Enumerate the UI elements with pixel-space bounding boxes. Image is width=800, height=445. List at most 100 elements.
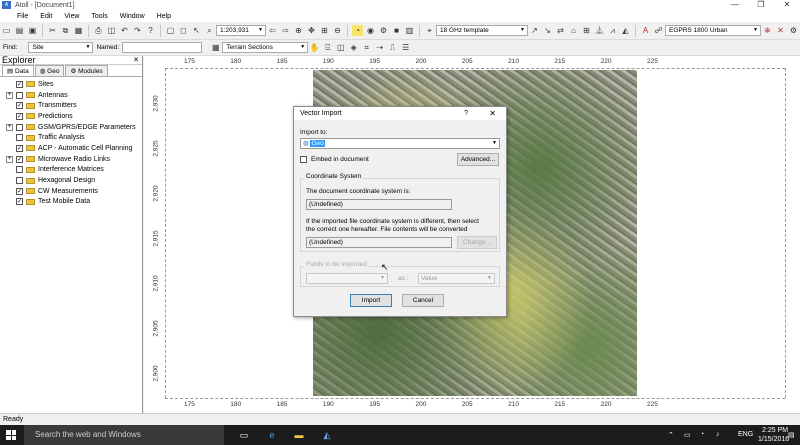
menu-edit[interactable]: Edit <box>34 13 58 20</box>
menu-tools[interactable]: Tools <box>85 13 113 20</box>
taskbar-search-input[interactable]: Search the web and Windows <box>24 425 224 445</box>
measure-icon[interactable]: ⌗ <box>361 42 372 53</box>
tree-checkbox[interactable] <box>16 123 23 131</box>
help-icon[interactable]: ? <box>145 25 156 36</box>
tree-checkbox[interactable] <box>16 91 23 99</box>
properties-icon[interactable]: ⚙ <box>788 25 799 36</box>
grid-icon[interactable]: ⊞ <box>581 25 592 36</box>
tray-up-icon[interactable]: ⌃ <box>668 431 674 439</box>
tree-item[interactable]: ✓ CW Measurements <box>0 186 142 197</box>
menu-file[interactable]: File <box>0 13 34 20</box>
forward-icon[interactable]: ⇨ <box>280 25 291 36</box>
help-button[interactable]: ? <box>464 107 468 120</box>
new-icon[interactable]: ▭ <box>1 25 12 36</box>
tree-item[interactable]: ✓ ACP - Automatic Cell Planning <box>0 143 142 154</box>
paste-icon[interactable]: ▦ <box>73 25 84 36</box>
tree-item[interactable]: + GSM/GPRS/EDGE Parameters <box>0 122 142 133</box>
task-view-icon[interactable]: ▭ <box>238 429 250 441</box>
network-icon[interactable]: ☍ <box>653 25 664 36</box>
edge-icon[interactable]: e <box>266 429 278 441</box>
transmitter-icon[interactable]: ↗ <box>529 25 540 36</box>
tree-checkbox[interactable]: ✓ <box>16 198 23 206</box>
open-icon[interactable]: ▤ <box>14 25 25 36</box>
chart-icon[interactable]: ▥ <box>404 25 415 36</box>
tree-item[interactable]: + ✓ Microwave Radio Links <box>0 154 142 165</box>
copy-icon[interactable]: ⧉ <box>60 25 71 36</box>
close-icon[interactable]: ✕ <box>133 56 139 64</box>
tower-icon[interactable]: ⏅ <box>594 25 605 36</box>
comment-icon[interactable]: ◔ <box>352 25 363 36</box>
sector-icon[interactable]: ◭ <box>620 25 631 36</box>
zoom-combo[interactable]: 1:203,931 ▼ <box>216 25 266 36</box>
find-combo[interactable]: Site ▼ <box>28 42 94 53</box>
print-preview-icon[interactable]: ◫ <box>106 25 117 36</box>
radio-config-combo[interactable]: EGPRS 1800 Urban ▼ <box>665 25 761 36</box>
clock-date[interactable]: 1/15/2016 <box>758 436 789 443</box>
restore-button[interactable]: ❐ <box>748 0 774 10</box>
tree-checkbox[interactable]: ✓ <box>16 187 23 195</box>
action-center-icon[interactable]: ▤ <box>788 431 795 439</box>
close-button[interactable]: ✕ <box>774 0 800 10</box>
windows-start-icon[interactable] <box>6 430 16 440</box>
import-button[interactable]: Import <box>350 294 392 307</box>
field-select[interactable]: ▼ <box>306 273 388 284</box>
point-icon[interactable]: ◉ <box>365 25 376 36</box>
tree-checkbox[interactable] <box>16 134 23 142</box>
legend-icon[interactable]: ☰ <box>400 42 411 53</box>
dialog-close-button[interactable]: ✕ <box>489 107 496 120</box>
terrain-sections-combo[interactable]: Terrain Sections ▼ <box>222 42 309 53</box>
undo-icon[interactable]: ↶ <box>119 25 130 36</box>
file-explorer-icon[interactable]: ▬ <box>293 429 305 441</box>
menu-help[interactable]: Help <box>151 13 177 20</box>
tree-item[interactable]: ✓ Transmitters <box>0 100 142 111</box>
advanced-button[interactable]: Advanced... <box>457 153 499 166</box>
tab-geo[interactable]: ◍ Geo <box>34 65 65 76</box>
save-icon[interactable]: ▣ <box>27 25 38 36</box>
tree-checkbox[interactable] <box>16 166 23 174</box>
clock-time[interactable]: 2:25 PM <box>762 427 788 434</box>
tab-modules[interactable]: ⚙ Modules <box>65 65 108 76</box>
atoll-icon[interactable]: A <box>640 25 651 36</box>
antenna-icon[interactable]: ⌖ <box>424 25 435 36</box>
tab-data[interactable]: ▤ Data <box>2 65 34 76</box>
tree-item[interactable]: Traffic Analysis <box>0 132 142 143</box>
tree-checkbox[interactable] <box>16 177 23 185</box>
notification-icon[interactable]: ▭ <box>684 431 691 439</box>
select-icon[interactable]: ▢ <box>165 25 176 36</box>
change-button[interactable]: Change... <box>457 236 497 249</box>
move-icon[interactable]: ↘ <box>542 25 553 36</box>
tree-item[interactable]: Hexagonal Design <box>0 175 142 186</box>
expand-icon[interactable]: + <box>6 123 13 131</box>
pan-icon[interactable]: ✥ <box>306 25 317 36</box>
back-icon[interactable]: ⇦ <box>267 25 278 36</box>
tree-checkbox[interactable]: ✓ <box>16 155 23 163</box>
cross-icon[interactable]: ✕ <box>775 25 786 36</box>
embed-checkbox[interactable] <box>300 156 307 163</box>
expand-icon[interactable]: + <box>6 155 13 163</box>
cut-icon[interactable]: ✂ <box>47 25 58 36</box>
import-to-select[interactable]: ◍ Geo ▼ <box>300 138 500 149</box>
tree-item[interactable]: ✓ Test Mobile Data <box>0 197 142 208</box>
route-icon[interactable]: ⇢ <box>374 42 385 53</box>
signal-icon[interactable]: ⩘ <box>607 25 618 36</box>
profile-icon[interactable]: ⎍ <box>387 42 398 53</box>
bin-icon[interactable]: ◫ <box>335 42 346 53</box>
tree-checkbox[interactable]: ✓ <box>16 80 23 88</box>
station-icon[interactable]: ⛯ <box>762 25 773 36</box>
link-icon[interactable]: ⇄ <box>555 25 566 36</box>
mobile-icon[interactable]: ⌹ <box>322 42 333 53</box>
tree-item[interactable]: + Antennas <box>0 90 142 101</box>
tree-checkbox[interactable]: ✓ <box>16 112 23 120</box>
hand-icon[interactable]: ✋ <box>309 42 320 53</box>
coverage-icon[interactable]: ◈ <box>348 42 359 53</box>
tree-checkbox[interactable]: ✓ <box>16 102 23 110</box>
map-icon[interactable]: ▦ <box>210 42 221 53</box>
window-icon[interactable]: ◻ <box>178 25 189 36</box>
stop-icon[interactable]: ■ <box>391 25 402 36</box>
tree-item[interactable]: ✓ Predictions <box>0 111 142 122</box>
template-combo[interactable]: 18 GHz template ▼ <box>436 25 528 36</box>
menu-view[interactable]: View <box>58 13 85 20</box>
minimize-button[interactable]: — <box>722 0 748 10</box>
value-select[interactable]: Value ▼ <box>418 273 495 284</box>
network-icon[interactable]: ◔ <box>700 431 704 438</box>
